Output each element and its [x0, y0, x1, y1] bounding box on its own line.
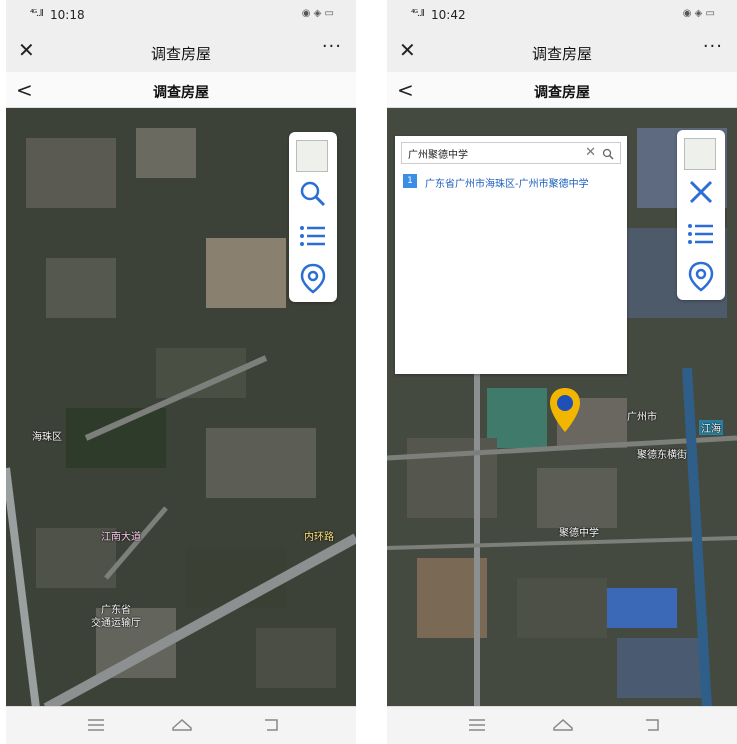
layer-icon[interactable]	[684, 138, 716, 170]
list-icon[interactable]	[297, 220, 329, 252]
satellite-map[interactable]: 广东省 交通运输厅 内环路 海珠区 江南大道	[6, 108, 356, 706]
sub-title: 调查房屋	[153, 85, 209, 101]
map-label: 江海	[699, 420, 723, 435]
clear-search-button[interactable]: ✕	[585, 145, 596, 160]
search-box: ✕	[401, 142, 621, 164]
map-label: 聚德东横街	[637, 450, 687, 461]
map-label: 交通运输厅	[91, 618, 141, 629]
home-nav-icon[interactable]	[171, 716, 193, 734]
more-button[interactable]: ···	[322, 36, 342, 57]
search-result-item[interactable]: 1 广东省广州市海珠区-广州市聚德中学	[403, 172, 623, 192]
home-nav-icon[interactable]	[552, 716, 574, 734]
more-button[interactable]: ···	[703, 36, 723, 57]
close-icon[interactable]	[685, 176, 717, 208]
result-text[interactable]: 广东省广州市海珠区-广州市聚德中学	[425, 175, 589, 190]
phone-screen-left: ⁴ᴳ..ll 10:18 ◉ ◈ ▭ ✕ 调查房屋 ··· < 调查房屋 广东省…	[6, 0, 356, 744]
map-toolbar	[677, 130, 725, 300]
status-time: 10:42	[431, 8, 466, 22]
list-icon[interactable]	[685, 218, 717, 250]
search-input[interactable]	[408, 145, 578, 161]
menu-nav-icon[interactable]	[86, 716, 106, 734]
status-time: 10:18	[50, 8, 85, 22]
result-index: 1	[403, 174, 417, 188]
map-label: 江南大道	[101, 532, 141, 543]
map-label: 聚德中学	[559, 528, 599, 539]
location-icon[interactable]	[685, 260, 717, 292]
search-icon[interactable]	[602, 148, 614, 160]
page-title: 调查房屋	[150, 45, 211, 63]
map-label: 海珠区	[32, 432, 62, 443]
app-nav-bar: ✕ 调查房屋 ···	[6, 30, 356, 72]
satellite-map[interactable]: 聚德中学 江海 广州市 聚德东横街 ✕ 1 广东省广州市海珠区-广州市聚德中学	[387, 108, 737, 706]
system-icons: ◉ ◈ ▭	[682, 8, 715, 19]
menu-nav-icon[interactable]	[467, 716, 487, 734]
signal-icon: ⁴ᴳ..ll	[30, 9, 44, 19]
status-bar: ⁴ᴳ..ll 10:42 ◉ ◈ ▭	[387, 0, 737, 30]
page-title: 调查房屋	[531, 45, 592, 63]
status-bar: ⁴ᴳ..ll 10:18 ◉ ◈ ▭	[6, 0, 356, 30]
signal-icon: ⁴ᴳ..ll	[411, 9, 425, 19]
sub-title: 调查房屋	[534, 85, 590, 101]
sub-header: < 调查房屋	[387, 72, 737, 108]
search-panel: ✕ 1 广东省广州市海珠区-广州市聚德中学	[395, 136, 627, 374]
map-label: 内环路	[304, 532, 334, 543]
back-nav-icon[interactable]	[642, 716, 662, 734]
map-toolbar	[289, 132, 337, 302]
sub-header: < 调查房屋	[6, 72, 356, 108]
location-pin-icon[interactable]	[547, 386, 583, 434]
layer-icon[interactable]	[296, 140, 328, 172]
system-nav-bar	[6, 706, 356, 744]
back-nav-icon[interactable]	[261, 716, 281, 734]
search-icon[interactable]	[297, 178, 329, 210]
map-label: 广州市	[627, 412, 657, 423]
system-nav-bar	[387, 706, 737, 744]
system-icons: ◉ ◈ ▭	[301, 8, 334, 19]
app-nav-bar: ✕ 调查房屋 ···	[387, 30, 737, 72]
phone-screen-right: ⁴ᴳ..ll 10:42 ◉ ◈ ▭ ✕ 调查房屋 ··· < 调查房屋 聚德中…	[387, 0, 737, 744]
location-icon[interactable]	[297, 262, 329, 294]
